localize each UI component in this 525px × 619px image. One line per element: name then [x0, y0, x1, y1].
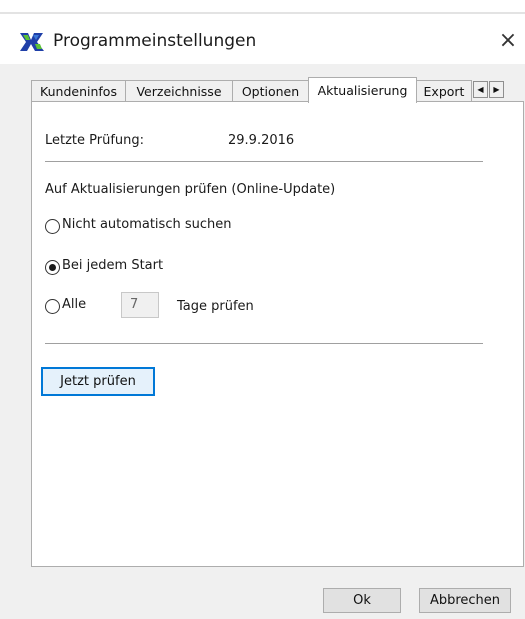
radio-alle-label: Alle — [62, 297, 87, 312]
radio-selected-dot — [49, 264, 56, 271]
app-icon — [19, 31, 45, 53]
radio-alle[interactable] — [45, 299, 60, 314]
arrow-left-icon: ◀ — [477, 85, 484, 94]
tab-strip: Kundeninfos Verzeichnisse Optionen Aktua… — [31, 77, 504, 103]
radio-nicht-automatisch-label: Nicht automatisch suchen — [62, 217, 232, 232]
ok-button[interactable]: Ok — [323, 588, 401, 613]
tab-verzeichnisse[interactable]: Verzeichnisse — [125, 80, 233, 102]
close-button[interactable]: × — [495, 25, 521, 55]
separator-bottom — [45, 343, 483, 344]
close-icon: × — [498, 27, 518, 53]
titlebar: Programmeinstellungen × — [0, 14, 525, 64]
cancel-button[interactable]: Abbrechen — [419, 588, 511, 613]
tab-kundeninfos[interactable]: Kundeninfos — [31, 80, 126, 102]
tab-scroll-left-button[interactable]: ◀ — [473, 81, 488, 98]
last-check-label: Letzte Prüfung: — [45, 133, 145, 148]
arrow-right-icon: ▶ — [493, 85, 500, 94]
background-window-strip — [0, 0, 525, 14]
window-title: Programmeinstellungen — [53, 31, 257, 51]
settings-window: Programmeinstellungen × Kundeninfos Verz… — [0, 0, 525, 619]
aktualisierung-panel: Letzte Prüfung: 29.9.2016 Auf Aktualisie… — [31, 101, 524, 567]
tab-export[interactable]: Export — [416, 80, 472, 102]
tab-optionen[interactable]: Optionen — [232, 80, 309, 102]
radio-bei-jedem-start-label: Bei jedem Start — [62, 258, 164, 273]
last-check-value: 29.9.2016 — [228, 133, 295, 148]
section-title: Auf Aktualisierungen prüfen (Online-Upda… — [45, 182, 336, 197]
radio-nicht-automatisch[interactable] — [45, 219, 60, 234]
days-suffix-label: Tage prüfen — [177, 299, 254, 314]
radio-bei-jedem-start[interactable] — [45, 260, 60, 275]
tab-aktualisierung[interactable]: Aktualisierung — [308, 77, 417, 103]
check-now-button[interactable]: Jetzt prüfen — [41, 367, 155, 396]
tab-scroll-right-button[interactable]: ▶ — [489, 81, 504, 98]
separator-top — [45, 161, 483, 162]
days-input[interactable]: 7 — [121, 292, 159, 318]
